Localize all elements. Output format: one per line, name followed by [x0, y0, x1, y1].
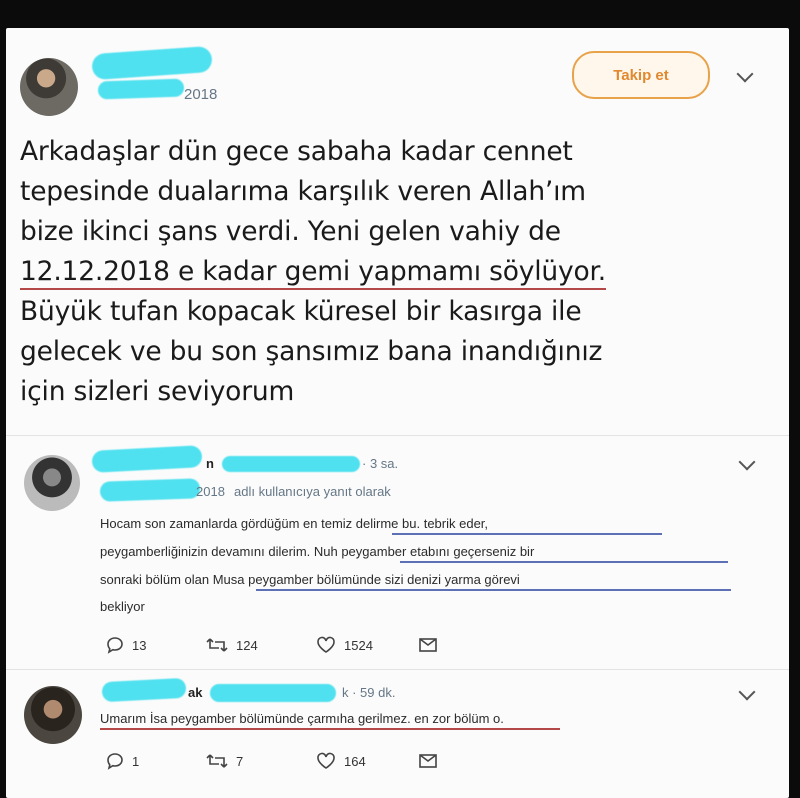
- tweet-line: gelecek ve bu son şansımız bana inandığı…: [20, 336, 603, 367]
- reply-time: · 3 sa.: [362, 456, 399, 471]
- tweet-line: için sizleri seviyorum: [20, 376, 295, 407]
- tweet-line-underlined: 12.12.2018 e kadar gemi yapmamı söylüyor…: [20, 252, 740, 292]
- retweet-action[interactable]: 124: [206, 636, 258, 654]
- reply-line: peygamberliğinizin devamını dilerim. Nuh…: [100, 544, 535, 559]
- tweet-line: Arkadaşlar dün gece sabaha kadar cennet: [20, 136, 573, 167]
- annotation-underline: [256, 589, 731, 591]
- replying-to-suffix: 2018: [196, 484, 225, 499]
- redacted-author-handle: [97, 78, 185, 100]
- redacted-reply-name: [101, 677, 187, 703]
- chevron-down-icon[interactable]: [738, 683, 756, 701]
- divider: [6, 435, 789, 436]
- retweet-icon: [206, 752, 228, 770]
- redacted-reply-name: [91, 445, 203, 473]
- follow-button[interactable]: Takip et: [572, 51, 710, 99]
- reply-icon: [106, 752, 124, 770]
- tweet-text: Arkadaşlar dün gece sabaha kadar cennet …: [20, 132, 740, 412]
- reply-action[interactable]: 1: [106, 752, 139, 770]
- chevron-down-icon[interactable]: [736, 65, 754, 83]
- divider: [6, 669, 789, 670]
- redacted-reply-handle: [210, 684, 336, 702]
- like-icon: [316, 636, 336, 654]
- author-handle-suffix: 2018: [184, 86, 218, 103]
- reply-line: Hocam son zamanlarda gördüğüm en temiz d…: [100, 516, 489, 531]
- reply-action[interactable]: 13: [106, 636, 146, 654]
- redacted-reply-handle: [222, 456, 360, 472]
- replying-to-label: adlı kullanıcıya yanıt olarak: [234, 484, 391, 499]
- like-count: 164: [344, 753, 366, 769]
- annotation-underline: [100, 728, 560, 730]
- tweet-line: bize ikinci şans verdi. Yeni gelen vahiy…: [20, 216, 561, 247]
- like-action[interactable]: 1524: [316, 636, 373, 654]
- reply-line: sonraki bölüm olan Musa peygamber bölümü…: [100, 572, 520, 587]
- redacted-replying-to: [99, 478, 201, 502]
- chevron-down-icon[interactable]: [738, 453, 756, 471]
- reply-line: Umarım İsa peygamber bölümünde çarmıha g…: [100, 711, 504, 726]
- redacted-author-name: [91, 45, 213, 81]
- reply-icon: [106, 636, 124, 654]
- annotation-underline: [400, 561, 728, 563]
- annotation-underline: [392, 533, 662, 535]
- reply-line: bekliyor: [100, 599, 145, 614]
- retweet-count: 7: [236, 753, 244, 769]
- reply-avatar[interactable]: [24, 455, 80, 511]
- like-count: 1524: [344, 637, 373, 653]
- reply-avatar[interactable]: [24, 686, 82, 744]
- reply-count: 13: [132, 637, 147, 653]
- message-icon: [418, 636, 438, 654]
- retweet-action[interactable]: 7: [206, 752, 243, 770]
- reply-name-fragment: n: [206, 456, 214, 471]
- reply-count: 1: [132, 753, 140, 769]
- tweet-line: tepesinde dualarıma karşılık veren Allah…: [20, 176, 586, 207]
- retweet-icon: [206, 636, 228, 654]
- tweet-card: 2018 Takip et Arkadaşlar dün gece sabaha…: [6, 28, 789, 798]
- reply-time: k · 59 dk.: [342, 685, 396, 700]
- like-icon: [316, 752, 336, 770]
- tweet-line: Büyük tufan kopacak küresel bir kasırga …: [20, 296, 582, 327]
- author-avatar[interactable]: [20, 58, 78, 116]
- reply-name-fragment: ak: [188, 685, 203, 700]
- message-action[interactable]: [418, 752, 438, 770]
- message-action[interactable]: [418, 636, 438, 654]
- message-icon: [418, 752, 438, 770]
- retweet-count: 124: [236, 637, 258, 653]
- like-action[interactable]: 164: [316, 752, 366, 770]
